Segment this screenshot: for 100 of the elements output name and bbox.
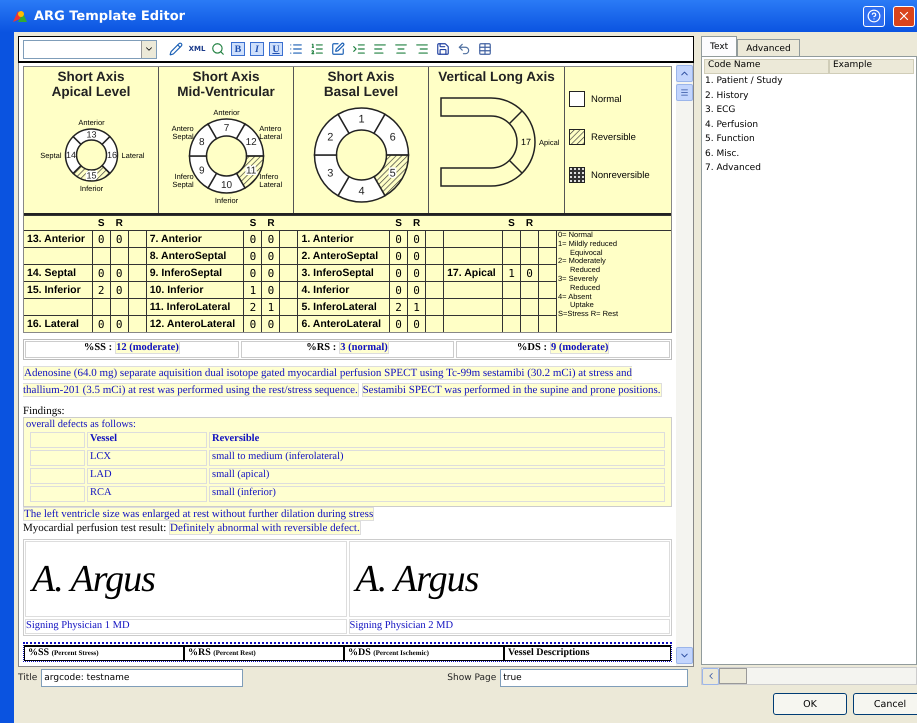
score-cell: 1 <box>408 298 426 316</box>
style-select[interactable] <box>23 40 157 58</box>
scroll-thumb[interactable] <box>719 668 747 684</box>
column-header: S <box>92 216 110 230</box>
show-page-field[interactable]: true <box>500 669 688 687</box>
table-cell <box>444 248 502 264</box>
table-cell <box>538 316 556 332</box>
table-cell <box>24 248 92 264</box>
procedure-text: Adenosine (64.0 mg) separate aquisition dual isotope gated myocardial perfusion SPECT using Tc-99m sestamibi (30.2 mCi) at stress and thallium-201 (3.5 mCi) at rest was performed using the rest/stress sequence. Sestamibi SPECT was performed in the supine and prone positions. <box>23 365 663 399</box>
list-item[interactable]: 5. Function <box>704 132 914 146</box>
scroll-thumb[interactable] <box>676 84 693 101</box>
score-cell: 0 <box>244 264 262 282</box>
column-header: R <box>520 216 538 230</box>
close-icon <box>897 9 911 23</box>
format-button[interactable]: I <box>250 42 264 56</box>
legend-label: Reversible <box>591 132 636 142</box>
score-cell <box>110 298 128 316</box>
list-item[interactable]: 1. Patient / Study <box>704 74 914 88</box>
dialog-button[interactable]: OK <box>773 693 847 715</box>
table-cell <box>30 486 85 502</box>
segment-number: 14 <box>66 150 76 160</box>
horizontal-scrollbar[interactable] <box>701 667 917 685</box>
score-cell <box>92 298 110 316</box>
table-cell <box>538 282 556 298</box>
column-header: Reversible <box>209 432 665 448</box>
score-cell: 0 <box>408 230 426 248</box>
segment-number: 10 <box>220 180 232 191</box>
save-icon[interactable] <box>435 41 451 57</box>
signature: A. Argus <box>356 557 478 601</box>
table-cell <box>444 282 502 298</box>
list-item[interactable]: 7. Advanced <box>704 161 914 176</box>
numbered-list-icon[interactable] <box>309 41 325 57</box>
score-cell: 1 <box>502 264 520 282</box>
table-cell <box>538 298 556 316</box>
table-cell <box>280 298 298 316</box>
table-cell <box>426 316 444 332</box>
list-item[interactable]: 3. ECG <box>704 103 914 118</box>
undo-icon[interactable] <box>456 41 472 57</box>
scroll-down-button[interactable] <box>676 647 693 664</box>
score-cell: 0 <box>262 264 280 282</box>
segment-number: 6 <box>389 132 396 144</box>
score-cell <box>520 316 538 332</box>
format-button[interactable]: B <box>231 42 245 56</box>
reversible-cell: small (apical) <box>209 468 665 484</box>
column-header[interactable]: Code Name <box>704 59 829 74</box>
signature-caption: Signing Physician 2 MD <box>350 620 454 631</box>
column-header: Vessel <box>87 432 207 448</box>
segment-number: 4 <box>358 186 364 198</box>
score-cell: 2 <box>92 282 110 298</box>
edit-icon[interactable] <box>168 41 184 57</box>
list-item[interactable]: 4. Perfusion <box>704 118 914 132</box>
list-item[interactable]: 6. Misc. <box>704 146 914 161</box>
table-cell <box>426 282 444 298</box>
list-item[interactable]: 2. History <box>704 88 914 103</box>
segment-name: 6. AnteroLateral <box>298 316 390 332</box>
reversible-cell: small (inferior) <box>209 486 665 502</box>
score-cell: 0 <box>110 282 128 298</box>
legend-label: Nonreversible <box>591 170 650 180</box>
segment-name: 11. InferoLateral <box>146 298 244 316</box>
score-cell <box>502 248 520 264</box>
vessel-cell: LAD <box>87 468 207 484</box>
grip-icon <box>680 88 689 97</box>
score-cell: 0 <box>244 316 262 332</box>
segment-number: 16 <box>106 150 116 160</box>
column-header[interactable]: Example <box>829 59 914 74</box>
segment-name: 15. Inferior <box>24 282 92 298</box>
title-field[interactable]: argcode: testname <box>41 669 244 687</box>
vessel-cell: RCA <box>87 486 207 502</box>
segment-number: 17 <box>521 137 531 147</box>
findings-intro: overall defects as follows: <box>26 419 137 430</box>
help-button[interactable] <box>863 6 885 26</box>
format-button[interactable]: U <box>269 42 283 56</box>
score-cell: 0 <box>390 248 408 264</box>
column-header: R <box>408 216 426 230</box>
score-cell: 0 <box>408 316 426 332</box>
field-label: Title <box>18 673 38 683</box>
scroll-up-button[interactable] <box>676 65 693 82</box>
window-title: ARG Template Editor <box>34 8 186 24</box>
table-cell <box>280 230 298 248</box>
score-cell: 0 <box>244 248 262 264</box>
table-icon[interactable] <box>477 41 493 57</box>
dialog-button[interactable]: Cancel <box>853 693 917 715</box>
search-icon[interactable] <box>210 41 226 57</box>
legend-label: Normal <box>591 94 622 104</box>
segment-number: 1 <box>358 114 364 126</box>
tab[interactable]: Advanced <box>737 39 800 57</box>
close-button[interactable] <box>893 6 915 26</box>
column-header: R <box>110 216 128 230</box>
table-cell <box>128 316 146 332</box>
score-cell: 0 <box>390 264 408 282</box>
legend-swatch <box>569 129 585 145</box>
tab[interactable]: Text <box>701 36 738 57</box>
findings-label: Findings: <box>23 405 66 417</box>
edit-box-icon[interactable] <box>330 41 346 57</box>
score-cell: 0 <box>390 230 408 248</box>
legend-swatch <box>569 91 585 107</box>
table-cell <box>444 230 502 248</box>
reversible-cell: small to medium (inferolateral) <box>209 450 665 466</box>
score-cell: 0 <box>110 230 128 248</box>
table-cell <box>30 450 85 466</box>
